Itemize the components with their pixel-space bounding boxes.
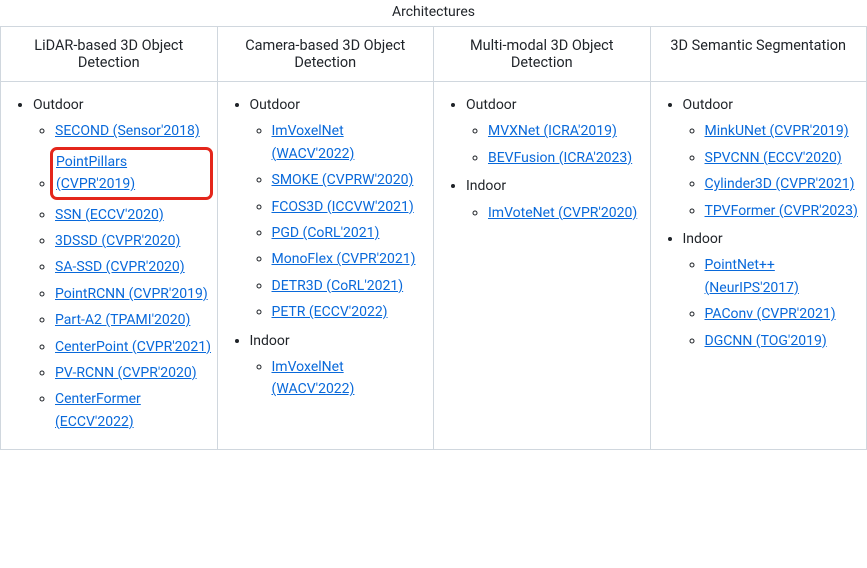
list-item: SA-SSD (CVPR'2020) [55,256,213,278]
list-item: CenterFormer (ECCV'2022) [55,388,213,433]
architecture-link[interactable]: ImVoxelNet (WACV'2022) [272,123,355,161]
highlight-box: PointPillars (CVPR'2019) [50,147,213,200]
list-item: Cylinder3D (CVPR'2021) [705,173,863,195]
section-label: Outdoor [466,97,517,113]
column-header: LiDAR-based 3D Object Detection [1,27,218,82]
architecture-link[interactable]: PointPillars (CVPR'2019) [56,154,135,192]
item-list: MinkUNet (CVPR'2019) SPVCNN (ECCV'2020) Cy… [683,120,863,222]
body-row: Outdoor SECOND (Sensor'2018) PointPillars … [1,82,867,450]
architecture-link[interactable]: MonoFlex (CVPR'2021) [272,251,416,267]
column-header: Multi-modal 3D Object Detection [434,27,651,82]
architecture-link[interactable]: CenterPoint (CVPR'2021) [55,339,211,355]
architecture-link[interactable]: SA-SSD (CVPR'2020) [55,259,185,275]
architectures-table: LiDAR-based 3D Object DetectionCamera-ba… [0,26,867,450]
list-item: PointRCNN (CVPR'2019) [55,283,213,305]
column-cell: Outdoor MVXNet (ICRA'2019) BEVFusion (ICRA… [434,82,651,450]
architecture-link[interactable]: DETR3D (CoRL'2021) [272,278,404,294]
architecture-link[interactable]: SMOKE (CVPRW'2020) [272,172,414,188]
architecture-link[interactable]: PointRCNN (CVPR'2019) [55,286,208,302]
list-item: SSN (ECCV'2020) [55,204,213,226]
architecture-link[interactable]: ImVoteNet (CVPR'2020) [488,205,637,221]
section-item: Indoor ImVoteNet (CVPR'2020) [466,175,646,224]
column-header: Camera-based 3D Object Detection [217,27,434,82]
list-item: PointPillars (CVPR'2019) [55,147,213,200]
architecture-link[interactable]: FCOS3D (ICCVW'2021) [272,199,414,215]
list-item: TPVFormer (CVPR'2023) [705,200,863,222]
column-cell: Outdoor SECOND (Sensor'2018) PointPillars … [1,82,218,450]
section-label: Outdoor [250,97,301,113]
list-item: FCOS3D (ICCVW'2021) [272,196,430,218]
architecture-link[interactable]: Part-A2 (TPAMI'2020) [55,312,190,328]
section-item: Indoor PointNet++ (NeurIPS'2017) PAConv (C… [683,228,863,352]
architecture-link[interactable]: MVXNet (ICRA'2019) [488,123,617,139]
list-item: MinkUNet (CVPR'2019) [705,120,863,142]
architecture-link[interactable]: BEVFusion (ICRA'2023) [488,150,632,166]
list-item: PV-RCNN (CVPR'2020) [55,362,213,384]
list-item: PGD (CoRL'2021) [272,222,430,244]
list-item: SECOND (Sensor'2018) [55,120,213,142]
list-item: DGCNN (TOG'2019) [705,330,863,352]
list-item: DETR3D (CoRL'2021) [272,275,430,297]
architecture-link[interactable]: MinkUNet (CVPR'2019) [705,123,849,139]
list-item: MonoFlex (CVPR'2021) [272,248,430,270]
section-label: Outdoor [683,97,734,113]
column-header: 3D Semantic Segmentation [650,27,867,82]
architecture-link[interactable]: DGCNN (TOG'2019) [705,333,827,349]
architecture-link[interactable]: CenterFormer (ECCV'2022) [55,391,141,429]
section-label: Indoor [683,231,723,247]
section-label: Indoor [466,178,506,194]
list-item: ImVoxelNet (WACV'2022) [272,120,430,165]
section-item: Outdoor SECOND (Sensor'2018) PointPillars … [33,94,213,433]
architecture-link[interactable]: SECOND (Sensor'2018) [55,123,200,139]
list-item: MVXNet (ICRA'2019) [488,120,646,142]
column-cell: Outdoor MinkUNet (CVPR'2019) SPVCNN (ECCV'… [650,82,867,450]
table-title: Architectures [0,0,867,26]
architecture-link[interactable]: ImVoxelNet (WACV'2022) [272,359,355,397]
section-item: Indoor ImVoxelNet (WACV'2022) [250,330,430,401]
header-row: LiDAR-based 3D Object DetectionCamera-ba… [1,27,867,82]
list-item: PETR (ECCV'2022) [272,301,430,323]
section-list: Outdoor ImVoxelNet (WACV'2022) SMOKE (CVPR… [222,94,430,401]
column-cell: Outdoor ImVoxelNet (WACV'2022) SMOKE (CVPR… [217,82,434,450]
section-label: Indoor [250,333,290,349]
list-item: ImVoteNet (CVPR'2020) [488,202,646,224]
section-list: Outdoor MinkUNet (CVPR'2019) SPVCNN (ECCV'… [655,94,863,352]
list-item: PAConv (CVPR'2021) [705,303,863,325]
list-item: 3DSSD (CVPR'2020) [55,230,213,252]
item-list: SECOND (Sensor'2018) PointPillars (CVPR'2… [33,120,213,433]
item-list: ImVoxelNet (WACV'2022) [250,356,430,401]
item-list: ImVoteNet (CVPR'2020) [466,202,646,224]
architecture-link[interactable]: PAConv (CVPR'2021) [705,306,836,322]
architecture-link[interactable]: 3DSSD (CVPR'2020) [55,233,180,249]
list-item: CenterPoint (CVPR'2021) [55,336,213,358]
architecture-link[interactable]: PGD (CoRL'2021) [272,225,380,241]
list-item: BEVFusion (ICRA'2023) [488,147,646,169]
list-item: SPVCNN (ECCV'2020) [705,147,863,169]
architecture-link[interactable]: PV-RCNN (CVPR'2020) [55,365,197,381]
item-list: MVXNet (ICRA'2019) BEVFusion (ICRA'2023) [466,120,646,169]
item-list: PointNet++ (NeurIPS'2017) PAConv (CVPR'20… [683,254,863,352]
section-list: Outdoor MVXNet (ICRA'2019) BEVFusion (ICRA… [438,94,646,224]
architecture-link[interactable]: TPVFormer (CVPR'2023) [705,203,858,219]
architecture-link[interactable]: Cylinder3D (CVPR'2021) [705,176,855,192]
architecture-link[interactable]: PointNet++ (NeurIPS'2017) [705,257,799,295]
list-item: ImVoxelNet (WACV'2022) [272,356,430,401]
section-label: Outdoor [33,97,84,113]
list-item: Part-A2 (TPAMI'2020) [55,309,213,331]
section-item: Outdoor ImVoxelNet (WACV'2022) SMOKE (CVPR… [250,94,430,324]
section-item: Outdoor MVXNet (ICRA'2019) BEVFusion (ICRA… [466,94,646,169]
section-item: Outdoor MinkUNet (CVPR'2019) SPVCNN (ECCV'… [683,94,863,222]
architecture-link[interactable]: SSN (ECCV'2020) [55,207,164,223]
section-list: Outdoor SECOND (Sensor'2018) PointPillars … [5,94,213,433]
architecture-link[interactable]: PETR (ECCV'2022) [272,304,388,320]
item-list: ImVoxelNet (WACV'2022) SMOKE (CVPRW'2020)… [250,120,430,323]
list-item: PointNet++ (NeurIPS'2017) [705,254,863,299]
list-item: SMOKE (CVPRW'2020) [272,169,430,191]
architecture-link[interactable]: SPVCNN (ECCV'2020) [705,150,842,166]
